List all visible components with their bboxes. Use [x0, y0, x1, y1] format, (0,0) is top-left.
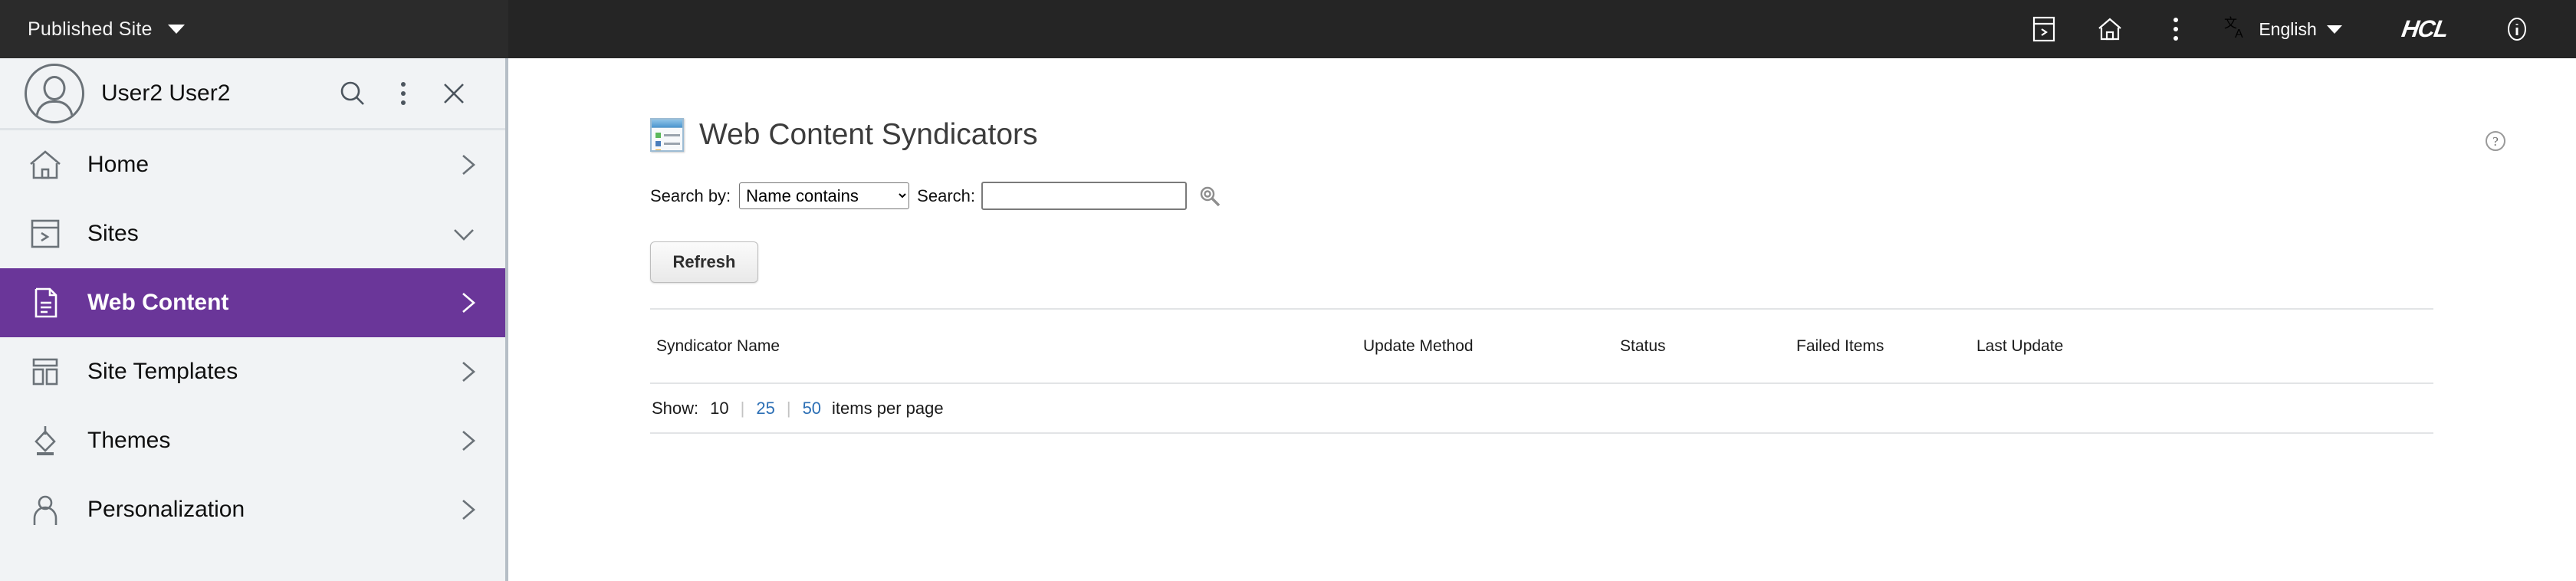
- sidebar-item-home[interactable]: Home: [0, 130, 505, 199]
- chevron-right-icon: [456, 425, 479, 456]
- sidebar-item-sites[interactable]: Sites: [0, 199, 505, 268]
- overflow-menu-dots: [401, 81, 406, 105]
- syndicators-table: Syndicator Name Update Method Status Fai…: [650, 310, 2433, 384]
- sidebar-item-label: Themes: [87, 427, 171, 453]
- chevron-down-icon: [2326, 25, 2342, 34]
- pagination-separator: |: [740, 399, 745, 418]
- layout-template-icon: [21, 355, 69, 389]
- pagination-suffix: items per page: [832, 399, 944, 418]
- refresh-button[interactable]: Refresh: [650, 241, 758, 283]
- column-header-last-update[interactable]: Last Update: [1976, 310, 2433, 384]
- site-selector[interactable]: Published Site: [0, 0, 508, 58]
- chevron-down-icon: [449, 222, 479, 245]
- top-bar-actions: 文 A English HCL: [2011, 0, 2576, 58]
- sidebar: User2 User2 Home Sites Web Content Site …: [0, 58, 508, 581]
- page-size-50[interactable]: 50: [801, 399, 823, 419]
- syndicator-list-icon: [650, 118, 684, 152]
- chevron-right-icon: [456, 149, 479, 180]
- syndicators-portlet: Search by: Name contains Search: Refresh: [511, 182, 2576, 434]
- language-label: English: [2259, 18, 2317, 39]
- page-size-25[interactable]: 25: [754, 399, 776, 419]
- table-header-row: Syndicator Name Update Method Status Fai…: [650, 310, 2433, 384]
- sidebar-item-personalization[interactable]: Personalization: [0, 475, 505, 544]
- paint-bucket-icon: [21, 424, 69, 458]
- home-icon: [21, 147, 69, 182]
- pagination-label: Show:: [652, 399, 699, 418]
- column-header-failed-items[interactable]: Failed Items: [1796, 310, 1976, 384]
- info-icon[interactable]: [2484, 0, 2550, 58]
- search-by-label: Search by:: [650, 185, 731, 205]
- page-header: Web Content Syndicators ?: [511, 58, 2576, 152]
- sidebar-item-themes[interactable]: Themes: [0, 406, 505, 475]
- sidebar-item-label: Personalization: [87, 496, 245, 522]
- search-icon[interactable]: [329, 70, 376, 117]
- document-icon: [21, 286, 69, 320]
- column-header-update-method[interactable]: Update Method: [1363, 310, 1620, 384]
- overflow-menu-icon[interactable]: [2143, 0, 2209, 58]
- sidebar-user-actions: [329, 70, 478, 117]
- language-selector[interactable]: 文 A English: [2209, 0, 2361, 58]
- hcl-logo: HCL: [2400, 15, 2450, 42]
- site-selector-label: Published Site: [28, 18, 153, 40]
- sidebar-item-label: Sites: [87, 220, 139, 246]
- refresh-row: Refresh: [650, 241, 2576, 283]
- top-bar: Published Site 文 A English HCL: [0, 0, 2576, 58]
- page-size-10[interactable]: 10: [708, 399, 730, 419]
- search-icon[interactable]: [1197, 183, 1223, 209]
- chevron-right-icon: [456, 356, 479, 387]
- caret-down-icon: [167, 25, 185, 34]
- chevron-right-icon: [456, 287, 479, 318]
- column-header-status[interactable]: Status: [1620, 310, 1796, 384]
- person-icon: [21, 493, 69, 527]
- sidebar-item-web-content[interactable]: Web Content: [0, 268, 505, 337]
- search-toolbar: Search by: Name contains Search:: [650, 182, 2576, 210]
- sites-panel-icon[interactable]: [2011, 0, 2077, 58]
- user-name: User2 User2: [101, 80, 231, 106]
- main-content: Web Content Syndicators ? Search by: Nam…: [511, 58, 2576, 581]
- help-icon[interactable]: ?: [2486, 131, 2505, 151]
- svg-text:A: A: [2235, 28, 2243, 41]
- table-head: Syndicator Name Update Method Status Fai…: [650, 310, 2433, 384]
- translate-icon: 文 A: [2223, 15, 2249, 44]
- search-by-select[interactable]: Name contains: [739, 182, 910, 209]
- sidebar-item-label: Home: [87, 151, 150, 177]
- sites-panel-icon: [21, 217, 69, 251]
- overflow-menu-icon[interactable]: [380, 70, 427, 117]
- sidebar-item-site-templates[interactable]: Site Templates: [0, 337, 505, 406]
- sidebar-user-row: User2 User2: [0, 58, 505, 130]
- sidebar-nav: Home Sites Web Content Site Templates Th…: [0, 130, 505, 544]
- column-header-syndicator-name[interactable]: Syndicator Name: [650, 310, 1363, 384]
- syndicators-table-wrap: Syndicator Name Update Method Status Fai…: [650, 310, 2433, 434]
- home-icon[interactable]: [2077, 0, 2143, 58]
- pagination-separator: |: [786, 399, 791, 418]
- overflow-menu-dots: [2174, 18, 2179, 41]
- pagination-controls: Show: 10 | 25 | 50 items per page: [650, 384, 2433, 434]
- sidebar-item-label: Web Content: [87, 289, 229, 315]
- search-label: Search:: [917, 185, 975, 205]
- close-icon[interactable]: [430, 70, 478, 117]
- page-title: Web Content Syndicators: [699, 118, 1038, 151]
- search-input[interactable]: [981, 182, 1187, 210]
- chevron-right-icon: [456, 494, 479, 525]
- sidebar-item-label: Site Templates: [87, 358, 238, 384]
- user-avatar-icon: [25, 63, 84, 123]
